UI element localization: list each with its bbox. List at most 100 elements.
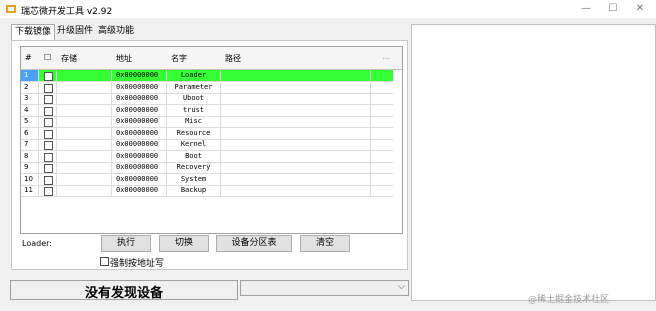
row-browse[interactable] [371, 70, 393, 81]
row-checkbox-box[interactable] [44, 175, 53, 185]
row-name: Parameter [167, 81, 221, 93]
row-address: 0x00000000 [112, 104, 167, 116]
row-checkbox[interactable] [39, 116, 57, 127]
row-index: 8 [21, 150, 39, 162]
row-checkbox-box[interactable] [44, 129, 53, 139]
table-row[interactable]: 9 0x00000000 Recovery [21, 162, 393, 174]
row-name: Recovery [167, 162, 221, 173]
row-index: 2 [21, 81, 39, 93]
row-checkbox-box[interactable] [44, 164, 53, 173]
row-name: System [167, 173, 221, 185]
minimize-button[interactable]: — [576, 1, 596, 16]
device-partition-table-button[interactable]: 设备分区表 [216, 235, 292, 252]
row-path[interactable] [221, 81, 371, 93]
row-storage [57, 162, 112, 173]
row-storage [57, 81, 112, 93]
force-address-write-label: 强制按地址写 [110, 259, 165, 269]
chevron-down-icon[interactable]: ⌵ [398, 282, 405, 292]
row-checkbox[interactable] [39, 139, 57, 150]
row-path[interactable] [221, 127, 371, 139]
close-button[interactable]: ✕ [630, 1, 650, 16]
row-checkbox[interactable] [39, 173, 57, 185]
row-browse[interactable] [371, 185, 393, 196]
row-index: 11 [21, 185, 39, 196]
tab-download-image[interactable]: 下载镜像 [11, 24, 56, 41]
row-checkbox-box[interactable] [44, 106, 53, 116]
row-checkbox[interactable] [39, 104, 57, 116]
row-index: 10 [21, 173, 39, 185]
row-checkbox-box[interactable] [44, 83, 53, 93]
row-address: 0x00000000 [112, 70, 167, 81]
partition-grid: # ☐ 存储 地址 名字 路径 ... 1 0x00000000 Loader 2 0x… [20, 46, 403, 234]
row-path[interactable] [221, 150, 371, 162]
header-index: # [25, 53, 32, 62]
row-name: Misc [167, 116, 221, 127]
row-checkbox[interactable] [39, 81, 57, 93]
table-row[interactable]: 10 0x00000000 System [21, 173, 393, 186]
row-path[interactable] [221, 104, 371, 116]
row-browse[interactable] [371, 174, 393, 185]
row-storage [57, 150, 112, 162]
row-checkbox[interactable] [39, 93, 57, 104]
table-row[interactable]: 6 0x00000000 Resource [21, 127, 393, 140]
row-path[interactable] [221, 139, 371, 150]
table-row[interactable]: 7 0x00000000 Kernel [21, 139, 393, 151]
row-address: 0x00000000 [112, 93, 167, 104]
switch-button[interactable]: 切换 [159, 235, 209, 252]
row-path[interactable] [221, 70, 371, 81]
row-browse[interactable] [371, 82, 393, 93]
row-checkbox-box[interactable] [44, 118, 53, 127]
row-path[interactable] [221, 116, 371, 127]
device-combo-box[interactable]: ⌵ [240, 280, 409, 296]
row-index: 9 [21, 162, 39, 173]
row-checkbox-box[interactable] [44, 95, 53, 104]
clear-button[interactable]: 清空 [300, 235, 350, 252]
table-row[interactable]: 8 0x00000000 Boot [21, 150, 393, 163]
header-select-all-checkbox[interactable]: ☐ [44, 53, 51, 62]
table-row[interactable]: 5 0x00000000 Misc [21, 116, 393, 128]
row-checkbox[interactable] [39, 162, 57, 173]
rockchip-app-icon [6, 5, 16, 13]
row-storage [57, 104, 112, 116]
row-checkbox-box[interactable] [44, 72, 53, 81]
force-address-write-checkbox[interactable] [100, 257, 109, 266]
execute-button[interactable]: 执行 [101, 235, 151, 252]
row-browse[interactable] [371, 139, 393, 150]
row-path[interactable] [221, 173, 371, 185]
row-checkbox-box[interactable] [44, 141, 53, 150]
row-index: 4 [21, 104, 39, 116]
table-row[interactable]: 3 0x00000000 Uboot [21, 93, 393, 105]
row-path[interactable] [221, 162, 371, 173]
tab-advanced[interactable]: 高级功能 [95, 24, 137, 39]
row-address: 0x00000000 [112, 127, 167, 139]
table-row[interactable]: 1 0x00000000 Loader [21, 70, 393, 82]
row-browse[interactable] [371, 105, 393, 116]
watermark: @稀土掘金技术社区 [528, 295, 610, 305]
row-browse[interactable] [371, 116, 393, 127]
header-address: 地址 [116, 54, 132, 63]
row-browse[interactable] [371, 151, 393, 162]
log-panel [411, 24, 656, 301]
row-storage [57, 185, 112, 196]
row-checkbox[interactable] [39, 70, 57, 81]
row-index: 3 [21, 93, 39, 104]
window-title: 瑞芯微开发工具 v2.92 [21, 7, 113, 17]
row-address: 0x00000000 [112, 116, 167, 127]
row-checkbox-box[interactable] [44, 187, 53, 196]
row-address: 0x00000000 [112, 162, 167, 173]
row-browse[interactable] [371, 93, 393, 104]
row-address: 0x00000000 [112, 139, 167, 150]
row-checkbox-box[interactable] [44, 152, 53, 162]
table-row[interactable]: 2 0x00000000 Parameter [21, 81, 393, 94]
row-browse[interactable] [371, 162, 393, 173]
row-checkbox[interactable] [39, 127, 57, 139]
maximize-button[interactable]: ☐ [603, 1, 623, 16]
row-path[interactable] [221, 93, 371, 104]
table-row[interactable]: 4 0x00000000 trust [21, 104, 393, 117]
table-row[interactable]: 11 0x00000000 Backup [21, 185, 393, 197]
tab-upgrade-firmware[interactable]: 升级固件 [54, 24, 96, 39]
row-checkbox[interactable] [39, 185, 57, 196]
row-checkbox[interactable] [39, 150, 57, 162]
row-path[interactable] [221, 185, 371, 196]
row-browse[interactable] [371, 128, 393, 139]
